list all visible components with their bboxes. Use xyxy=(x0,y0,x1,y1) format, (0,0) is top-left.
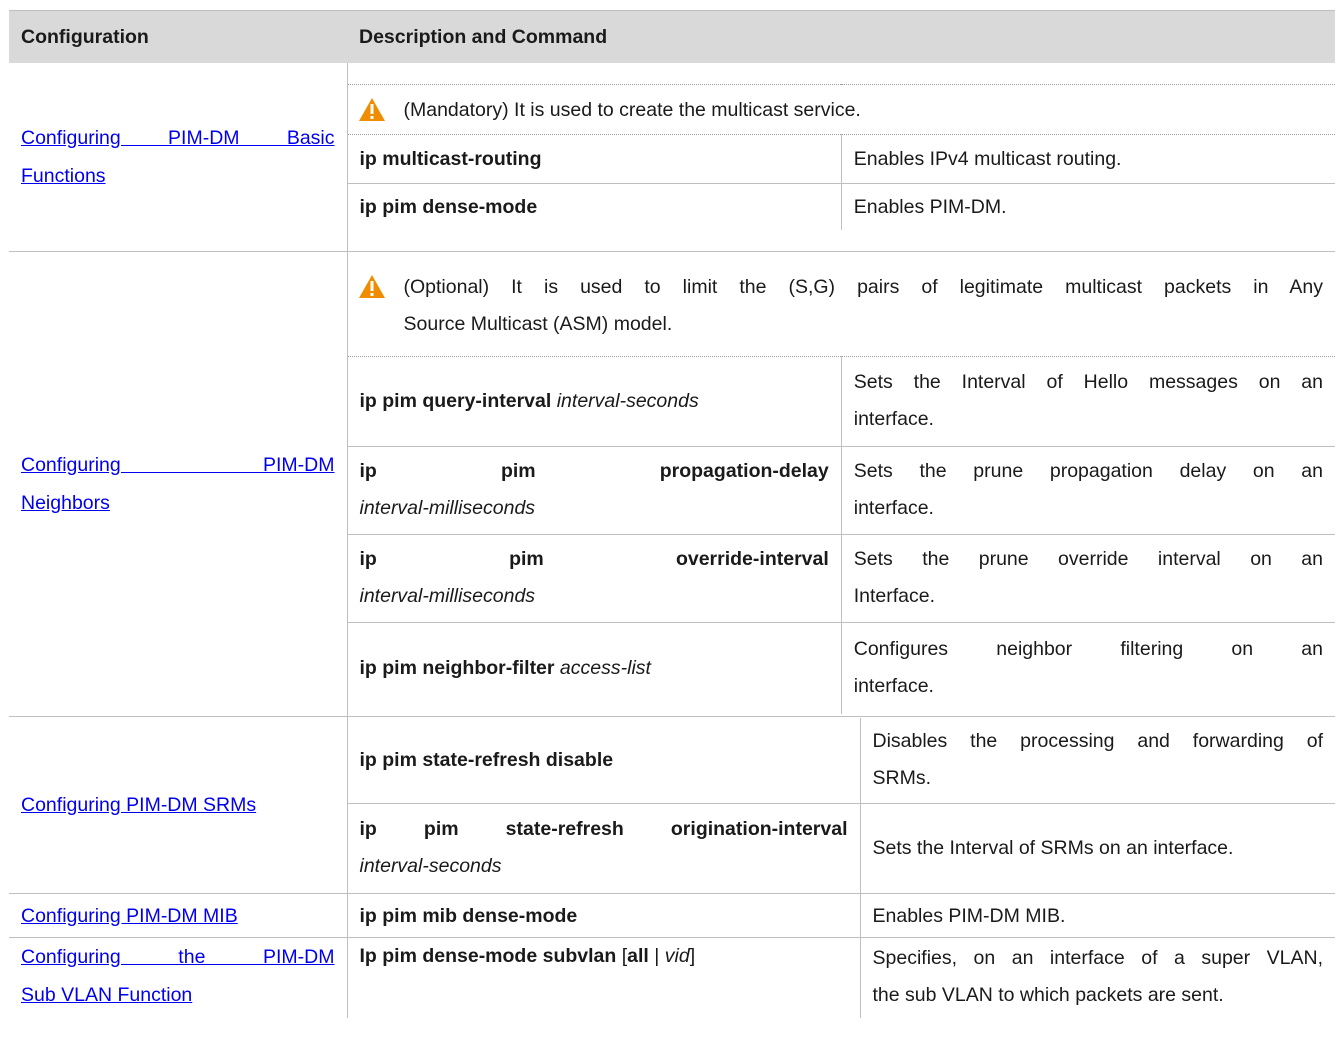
warning-triangle-icon xyxy=(358,97,385,121)
link-basic-functions-2[interactable]: Functions xyxy=(21,157,335,195)
link-basic-functions[interactable]: Configuring PIM-DM Basic xyxy=(21,119,335,157)
table-row: Configuring PIM-DM SRMs ip pim state-ref… xyxy=(9,716,1335,894)
config-cell: Configuring PIM-DM MIB xyxy=(9,893,348,938)
table-header: Configuration Description and Command xyxy=(9,10,1335,63)
command: ip multicast-routing xyxy=(347,134,842,185)
command: ip pim query-interval interval-seconds xyxy=(347,356,842,447)
description: Enables PIM-DM MIB. xyxy=(872,904,1066,927)
command: Ip pim dense-mode subvlan [all | vid] xyxy=(347,938,861,1018)
command: ip pim dense-mode xyxy=(347,183,842,230)
description: Sets the prune propagation delay on an in… xyxy=(841,446,1335,535)
description: Enables PIM-DM. xyxy=(853,196,1007,218)
header-description: Description and Command xyxy=(347,10,1335,63)
link-neighbors[interactable]: Configuring PIM-DM xyxy=(21,446,335,484)
table-row: Configuring PIM-DM Basic Functions (Mand… xyxy=(9,63,1335,252)
description: Specifies, on an interface of a super VL… xyxy=(872,947,1324,1006)
command: ip pim state-refresh origination-interva… xyxy=(347,803,861,893)
note-optional: (Optional) It is used to limit the (S,G)… xyxy=(403,275,1324,335)
config-cell: Configuring the PIM-DM Sub VLAN Function xyxy=(9,937,348,1018)
config-cell: Configuring PIM-DM Neighbors xyxy=(9,251,348,717)
command: ip pim propagation-delay interval-millis… xyxy=(347,446,842,535)
link-srms[interactable]: Configuring PIM-DM SRMs xyxy=(21,786,335,824)
header-configuration: Configuration xyxy=(9,10,347,63)
description: Enables IPv4 multicast routing. xyxy=(841,134,1335,185)
link-sub-vlan[interactable]: Configuring the PIM-DM xyxy=(21,938,335,976)
description: Disables the processing and forwarding o… xyxy=(860,717,1335,804)
link-neighbors-2[interactable]: Neighbors xyxy=(21,484,335,522)
config-cell: Configuring PIM-DM SRMs xyxy=(9,716,348,894)
config-cell: Configuring PIM-DM Basic Functions xyxy=(9,63,348,252)
table-row: Configuring PIM-DM Neighbors (Optional) … xyxy=(9,251,1335,717)
description: Sets the Interval of Hello messages on a… xyxy=(841,356,1335,447)
table-row: Configuring the PIM-DM Sub VLAN Function… xyxy=(9,937,1335,1018)
command: ip pim override-interval interval-millis… xyxy=(347,534,842,623)
description: Sets the prune override interval on an In… xyxy=(841,534,1335,623)
command: ip pim mib dense-mode xyxy=(347,894,861,937)
description: Configures neighbor filtering on an inter… xyxy=(853,638,1323,698)
command: ip pim neighbor-filter access-list xyxy=(347,622,842,714)
link-mib[interactable]: Configuring PIM-DM MIB xyxy=(21,897,335,935)
link-sub-vlan-2[interactable]: Sub VLAN Function xyxy=(21,976,335,1014)
config-table: Configuration Description and Command Co… xyxy=(9,10,1335,1018)
warning-triangle-icon xyxy=(358,274,385,298)
table-row: Configuring PIM-DM MIB ip pim mib dense-… xyxy=(9,893,1335,938)
note-mandatory: (Mandatory) It is used to create the mul… xyxy=(403,98,861,121)
command: ip pim state-refresh disable xyxy=(347,717,861,804)
description: Sets the Interval of SRMs on an interfac… xyxy=(872,837,1234,860)
